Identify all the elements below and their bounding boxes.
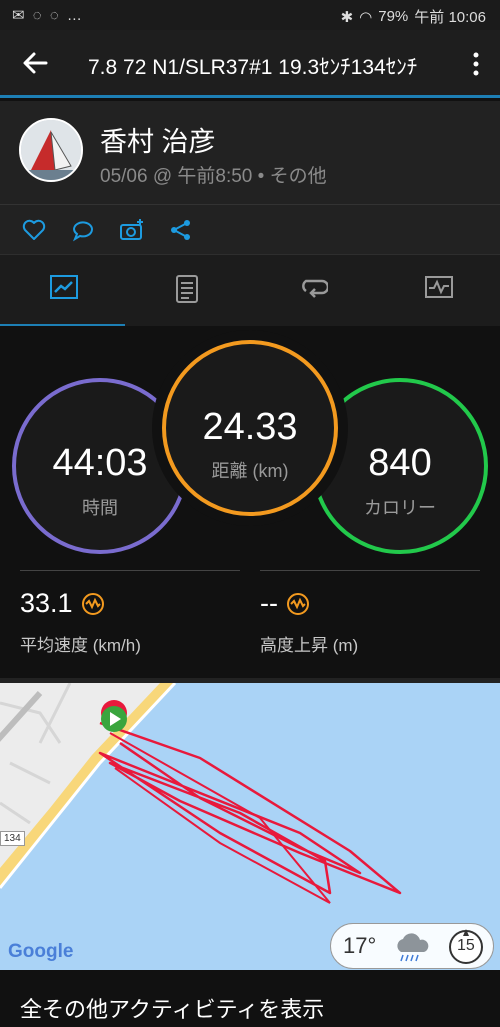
distance-value: 24.33 (202, 406, 298, 448)
battery-percent: 79% (378, 8, 409, 25)
pulse-chart-icon (425, 276, 453, 298)
notification-icons: ✉ ◌ ◌ … (12, 7, 84, 24)
avg-speed-label: 平均速度 (km/h) (20, 636, 141, 655)
profile-header: 香村 治彦 05/06 @ 午前8:50 • その他 (0, 101, 500, 204)
avg-speed-metric: 33.1 平均速度 (km/h) (20, 588, 141, 656)
time-ring: 44:03 時間 (12, 378, 188, 554)
stats-panel: 44:03 時間 840 カロリー 24.33 距離 (km) 33.1 平均速… (0, 326, 500, 678)
comment-icon[interactable] (70, 217, 96, 243)
user-name: 香村 治彦 (100, 127, 216, 157)
status-bar: ✉ ◌ ◌ … ✱ ◠ 79% 午前 10:06 (0, 0, 500, 30)
heart-icon[interactable] (21, 217, 47, 243)
camera-add-icon[interactable] (119, 217, 145, 243)
avg-speed-value: 33.1 (20, 588, 73, 618)
wifi-icon: ◠ (359, 8, 373, 26)
summary-chart-icon (50, 275, 78, 299)
time-value: 44:03 (52, 442, 148, 484)
divider (260, 570, 480, 571)
activity-title: 7.8 72 N1/SLR37#1 19.3ｾﾝﾁ134ｾﾝﾁ (88, 56, 418, 79)
show-all-activities-link[interactable]: 全その他アクティビティを表示 (20, 992, 324, 1024)
calorie-ring: 840 カロリー (312, 378, 488, 554)
divider (20, 570, 240, 571)
calorie-label: カロリー (364, 498, 436, 518)
tab-details[interactable] (125, 255, 250, 327)
garmin-connect-icon (81, 592, 104, 615)
wind-speed: 15 (457, 937, 475, 954)
tab-laps[interactable] (250, 255, 375, 327)
elevation-value: -- (260, 588, 278, 618)
footer-link[interactable]: 全その他アクティビティを表示 (0, 970, 500, 1027)
tab-overview[interactable] (0, 255, 125, 327)
calorie-value: 840 (368, 442, 432, 484)
time-label: 時間 (82, 498, 118, 518)
distance-ring: 24.33 距離 (km) (162, 340, 338, 516)
garmin-connect-icon (286, 592, 309, 615)
laps-loop-icon (302, 279, 328, 298)
temperature: 17° (343, 933, 377, 958)
weather-pill: 17° 15 (330, 923, 494, 969)
document-list-icon (176, 275, 198, 303)
tab-charts[interactable] (375, 255, 500, 327)
rain-cloud-icon (397, 933, 429, 962)
bluetooth-icon: ✱ (340, 8, 354, 26)
road-number-badge: 134 (0, 831, 25, 846)
distance-label: 距離 (km) (211, 461, 289, 481)
activity-meta: 05/06 @ 午前8:50 • その他 (100, 166, 327, 187)
elevation-metric: -- 高度上昇 (m) (260, 588, 358, 656)
action-bar (0, 204, 500, 254)
activity-map[interactable]: 134 Google 17° 15 (0, 678, 500, 970)
tab-bar (0, 254, 500, 327)
back-arrow-icon[interactable] (20, 48, 50, 78)
clock: 午前 10:06 (414, 9, 486, 26)
google-logo: Google (8, 941, 74, 962)
share-icon[interactable] (168, 217, 194, 243)
app-bar: 7.8 72 N1/SLR37#1 19.3ｾﾝﾁ134ｾﾝﾁ (0, 30, 500, 98)
avatar[interactable] (19, 118, 83, 182)
more-options-icon[interactable] (472, 52, 480, 76)
elevation-label: 高度上昇 (m) (260, 636, 359, 655)
